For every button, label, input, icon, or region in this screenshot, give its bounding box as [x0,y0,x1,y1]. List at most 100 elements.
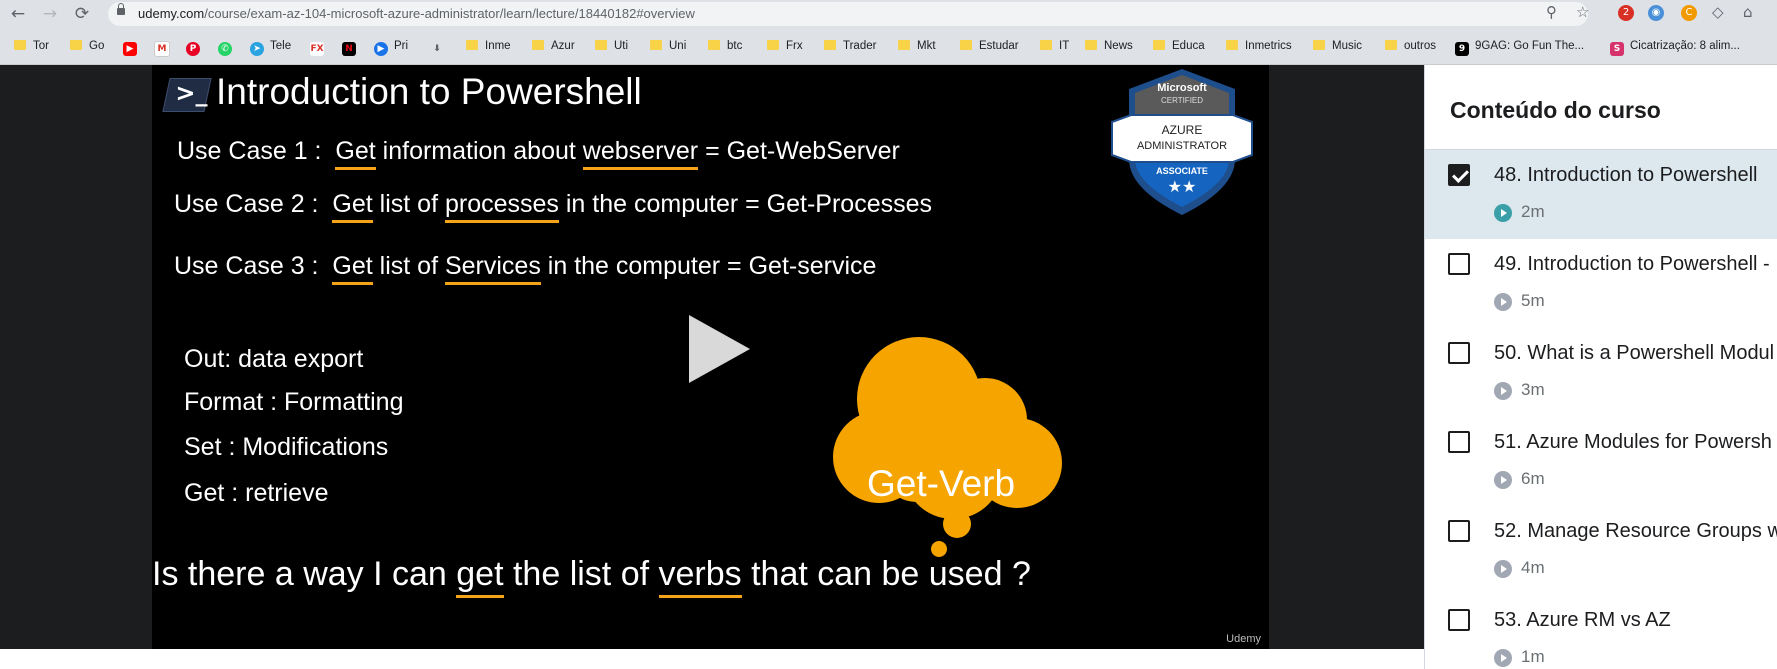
verb-set: Set : Modifications [184,433,389,461]
verb-out: Out: data export [184,345,364,373]
play-circle-icon [1494,382,1512,400]
lesson-item-52[interactable]: 52. Manage Resource Groups w 4m [1425,506,1777,595]
svg-text:ASSOCIATE: ASSOCIATE [1156,166,1208,176]
bookmark-cicatrizacao[interactable]: S Cicatrização: 8 alim... [1610,39,1740,56]
bookmark-educa[interactable]: Educa [1153,39,1205,53]
folder-icon [767,40,779,50]
bookmark-inme[interactable]: Inme [466,39,511,53]
browser-toolbar: ← → ⟳ udemy.com/course/exam-az-104-micro… [0,0,1777,28]
fx-icon: FX [310,42,324,56]
zoom-icon[interactable]: ⚲ [1546,3,1557,21]
svg-text:CERTIFIED: CERTIFIED [1161,96,1203,105]
video-player[interactable]: >_ Introduction to Powershell Use Case 1… [152,65,1269,649]
lesson-item-51[interactable]: 51. Azure Modules for Powersh 6m [1425,417,1777,506]
svg-text:ADMINISTRATOR: ADMINISTRATOR [1137,140,1227,152]
extension-home-icon[interactable]: ⌂ [1743,3,1753,21]
bookmark-gmail[interactable]: M [154,39,176,57]
slide-question: Is there a way I can get the list of ver… [152,555,1031,598]
folder-icon [532,40,544,50]
lesson-item-53[interactable]: 53. Azure RM vs AZ 1m [1425,595,1777,669]
folder-icon [650,40,662,50]
extension-diamond-icon[interactable]: ◇ [1712,3,1724,21]
udemy-watermark: Udemy [1226,633,1261,645]
back-icon[interactable]: ← [7,3,29,25]
bookmark-news[interactable]: News [1085,39,1133,53]
s-icon: S [1610,42,1624,56]
bookmark-star-icon[interactable]: ☆ [1576,3,1589,21]
play-button[interactable] [689,315,750,383]
lesson-title: 52. Manage Resource Groups w [1494,520,1777,542]
bookmark-netflix[interactable]: N [342,39,362,56]
bookmark-p[interactable]: P [186,39,206,56]
sidebar-header: Conteúdo do curso [1425,65,1777,150]
lesson-duration: 5m [1521,291,1545,310]
bookmark-trader[interactable]: Trader [824,39,876,53]
slide-title: Introduction to Powershell [216,71,642,112]
bookmark-frx[interactable]: Frx [767,39,803,53]
folder-icon [1153,40,1165,50]
bookmark-9gag[interactable]: 9 9GAG: Go Fun The... [1455,39,1584,56]
extension-adblock-icon[interactable]: 2 [1618,5,1634,21]
bookmark-tor[interactable]: Tor [14,39,49,53]
bookmark-pri[interactable]: ▶ Pri [374,39,408,56]
telegram-icon: ➤ [250,42,264,56]
lesson-checkbox[interactable] [1448,253,1470,275]
url-text[interactable]: udemy.com/course/exam-az-104-microsoft-a… [138,6,695,21]
folder-icon [1385,40,1397,50]
bookmark-youtube[interactable]: ▶ [123,39,143,56]
lesson-item-50[interactable]: 50. What is a Powershell Modul 3m [1425,328,1777,417]
lesson-title: 48. Introduction to Powershell [1494,164,1758,186]
9gag-icon: 9 [1455,42,1469,56]
lesson-checkbox[interactable] [1448,431,1470,453]
folder-icon [1040,40,1052,50]
use-case-1: Use Case 1 : Get information about webse… [177,137,900,170]
extension-owl-icon[interactable]: ◉ [1648,5,1664,21]
play-circle-icon [1494,649,1512,667]
folder-icon [898,40,910,50]
svg-text:Microsoft: Microsoft [1157,82,1207,94]
bookmark-tele[interactable]: ➤ Tele [250,39,291,56]
bookmark-whatsapp[interactable]: ✆ [218,39,238,56]
verb-format: Format : Formatting [184,388,404,416]
azure-administrator-badge: Microsoft CERTIFIED AZURE ADMINISTRATOR … [1111,69,1253,215]
bookmark-fx[interactable]: FX [310,39,330,56]
play-circle-icon [1494,204,1512,222]
bookmark-mkt[interactable]: Mkt [898,39,936,53]
folder-icon [595,40,607,50]
folder-icon [708,40,720,50]
play-circle-icon [1494,560,1512,578]
forward-icon[interactable]: → [39,3,61,25]
lesson-checkbox[interactable] [1448,164,1470,186]
lesson-title: 50. What is a Powershell Modul [1494,342,1775,364]
lesson-checkbox[interactable] [1448,520,1470,542]
folder-icon [1226,40,1238,50]
bookmark-go[interactable]: Go [70,39,104,53]
folder-icon [70,40,82,50]
powershell-icon: >_ [162,78,212,112]
bookmark-music[interactable]: Music [1313,39,1362,53]
bookmark-download[interactable]: ⬇ [430,39,450,54]
lesson-checkbox[interactable] [1448,609,1470,631]
lesson-duration: 6m [1521,469,1545,488]
sidebar-title: Conteúdo do curso [1450,97,1661,123]
play-circle-icon [1494,471,1512,489]
lesson-item-49[interactable]: 49. Introduction to Powershell - 5m [1425,239,1777,328]
prime-icon: ▶ [374,42,388,56]
pinterest-icon: P [186,42,200,56]
bookmark-outros[interactable]: outros [1385,39,1436,53]
reload-icon[interactable]: ⟳ [71,3,93,25]
bookmark-azur[interactable]: Azur [532,39,575,53]
bookmark-uni[interactable]: Uni [650,39,686,53]
bookmark-inmetrics[interactable]: Inmetrics [1226,39,1292,53]
bookmarks-bar: Tor Go ▶ M P ✆ ➤ Tele FX N ▶ Pri ⬇ Inme Az… [0,28,1777,65]
lesson-item-48[interactable]: 48. Introduction to Powershell 2m [1425,150,1777,239]
bookmark-estudar[interactable]: Estudar [960,39,1019,53]
lesson-duration: 1m [1521,647,1545,666]
bookmark-uti[interactable]: Uti [595,39,628,53]
bookmark-it[interactable]: IT [1040,39,1069,53]
bookmark-btc[interactable]: btc [708,39,742,53]
extension-c-icon[interactable]: C [1681,5,1697,21]
folder-icon [14,40,26,50]
lesson-checkbox[interactable] [1448,342,1470,364]
play-circle-icon [1494,293,1512,311]
